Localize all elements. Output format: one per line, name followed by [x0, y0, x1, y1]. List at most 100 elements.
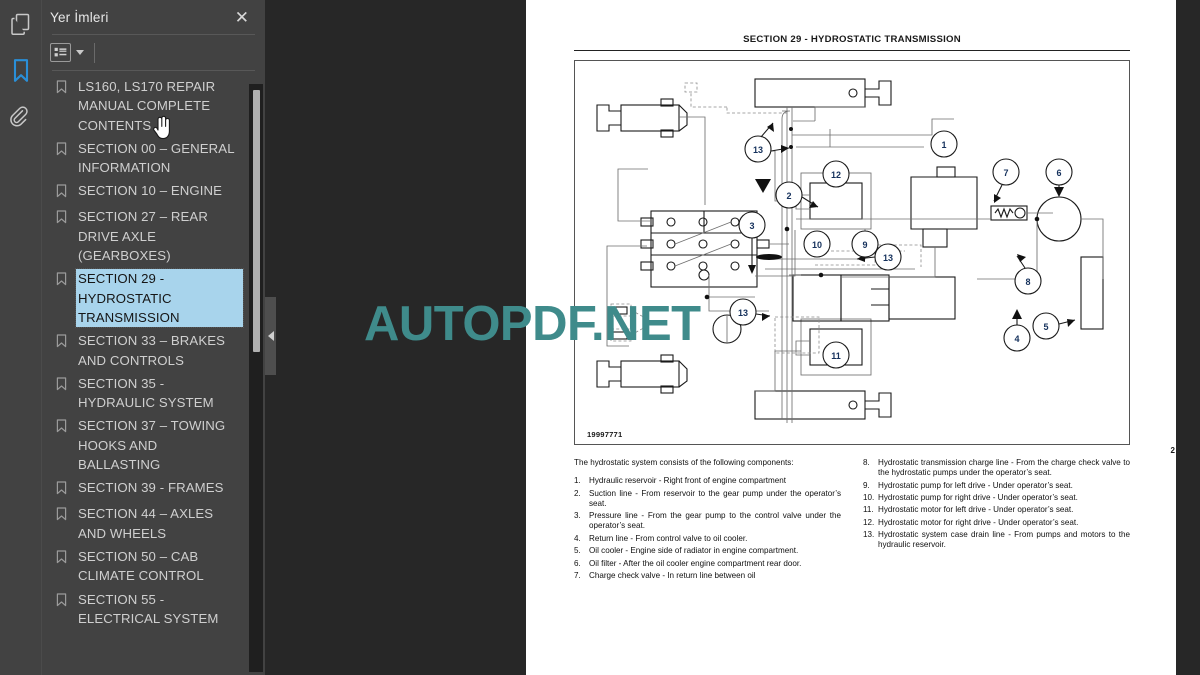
list-item-text: Hydrostatic motor for right drive - Unde…	[878, 517, 1079, 527]
bookmark-icon[interactable]	[6, 56, 36, 86]
list-item-text: Oil cooler - Engine side of radiator in …	[589, 546, 799, 556]
reservoir-box	[910, 166, 978, 248]
component-list-item: 4. Return line - From control valve to oi…	[574, 534, 841, 544]
cylinder-lower-left	[596, 354, 688, 394]
bookmark-item-label: SECTION 55 - ELECTRICAL SYSTEM	[78, 591, 219, 626]
list-options-glyph	[54, 47, 67, 57]
document-body-columns: The hydrostatic system consists of the f…	[574, 458, 1130, 583]
bookmark-item[interactable]: LS160, LS170 REPAIR MANUAL COMPLETE CONT…	[42, 75, 265, 137]
svg-text:13: 13	[883, 253, 893, 263]
list-item-index: 8.	[863, 458, 870, 467]
pdf-viewer[interactable]: SECTION 29 - HYDROSTATIC TRANSMISSION 13…	[265, 0, 1200, 675]
schematic-svg: 13 2 3 13 13 12 11 10 9 1 7 6 8 5 4	[596, 78, 1104, 423]
callout-7: 7	[992, 158, 1020, 203]
paperclip-glyph	[9, 106, 28, 127]
bookmark-item-label: SECTION 50 – CAB CLIMATE CONTROL	[78, 548, 204, 584]
list-item-text: Hydrostatic pump for right drive - Under…	[878, 492, 1078, 502]
page-number: 2	[1170, 446, 1175, 455]
bookmark-item[interactable]: SECTION 55 - ELECTRICAL SYSTEM	[42, 588, 265, 631]
list-item-index: 12.	[863, 517, 875, 527]
svg-text:1: 1	[941, 140, 946, 150]
bookmark-item[interactable]: SECTION 44 – AXLES AND WHEELS	[42, 502, 265, 545]
motor-right-12	[795, 182, 863, 220]
list-item-index: 9.	[863, 480, 870, 490]
list-item-index: 11.	[863, 505, 874, 515]
oil-cooler-circle	[1036, 196, 1082, 242]
bookmark-list[interactable]: LS160, LS170 REPAIR MANUAL COMPLETE CONT…	[42, 71, 265, 675]
cylinder-upper-left	[596, 98, 688, 138]
paperclip-icon[interactable]	[6, 102, 36, 132]
pages-thumbnail-icon[interactable]	[6, 10, 36, 40]
toolbar-separator	[94, 42, 95, 63]
bookmark-item[interactable]: SECTION 10 – ENGINE	[42, 179, 265, 205]
bookmark-item-icon	[56, 592, 70, 612]
bookmark-item-label: SECTION 00 – GENERAL INFORMATION	[78, 140, 235, 176]
component-list-item: 1. Hydraulic reservoir - Right front of e…	[574, 476, 841, 486]
scrollbar-thumb[interactable]	[253, 90, 260, 352]
component-list-item: 5. Oil cooler - Engine side of radiator i…	[574, 546, 841, 556]
svg-text:3: 3	[749, 221, 754, 231]
bookmarks-panel-header: Yer İmleri ✕	[42, 0, 265, 34]
cylinder-top-right	[754, 78, 892, 108]
bookmark-item-label: SECTION 10 – ENGINE	[78, 183, 223, 199]
list-item-text: Pressure line - From the gear pump to th…	[589, 511, 841, 531]
list-item-index: 1.	[574, 476, 581, 486]
bookmarks-scrollbar[interactable]	[249, 84, 263, 672]
intro-paragraph: The hydrostatic system consists of the f…	[574, 458, 794, 467]
callout-6: 6	[1045, 158, 1073, 197]
header-rule	[574, 50, 1130, 52]
callout-11: 11	[822, 341, 850, 369]
close-icon[interactable]: ✕	[231, 7, 253, 28]
sidebar-icon-rail	[0, 0, 41, 675]
list-item-index: 3.	[574, 511, 581, 521]
component-list-item: 7. Charge check valve - In return line be…	[574, 571, 841, 581]
bookmark-item-label: SECTION 35 - HYDRAULIC SYSTEM	[78, 375, 214, 411]
oil-filter-glyph	[990, 205, 1028, 221]
component-list-item: 2. Suction line - From reservoir to the g…	[574, 489, 841, 509]
bookmark-item[interactable]: SECTION 29 - HYDROSTATIC TRANSMISSION	[42, 267, 265, 329]
component-list-item: 6. Oil filter - After the oil cooler engi…	[574, 559, 841, 569]
component-list-item: 8. Hydrostatic transmission charge line -…	[863, 458, 1130, 478]
cylinder-bottom-right	[754, 390, 892, 420]
bookmark-item[interactable]: SECTION 33 – BRAKES AND CONTROLS	[42, 329, 265, 372]
bookmark-item-icon	[56, 507, 70, 526]
bookmark-item-icon	[56, 80, 70, 99]
list-item-index: 5.	[574, 546, 581, 556]
bookmark-item-label: SECTION 39 - FRAMES	[78, 480, 224, 496]
svg-text:12: 12	[831, 170, 841, 180]
bookmarks-toolbar	[42, 35, 265, 70]
list-item-index: 2.	[574, 488, 581, 498]
bookmark-item[interactable]: SECTION 50 – CAB CLIMATE CONTROL	[42, 545, 265, 588]
bookmark-item-label: SECTION 29 - HYDROSTATIC TRANSMISSION	[75, 268, 244, 329]
bookmark-item[interactable]: SECTION 27 – REAR DRIVE AXLE (GEARBOXES)	[42, 205, 265, 267]
bookmark-item-label: SECTION 37 – TOWING HOOKS AND BALLASTING	[78, 418, 226, 473]
bookmark-item-icon	[56, 210, 70, 229]
list-item-index: 4.	[574, 533, 581, 543]
bookmark-item-icon	[56, 481, 70, 500]
panel-collapse-handle[interactable]	[265, 297, 276, 375]
bookmark-item[interactable]: SECTION 35 - HYDRAULIC SYSTEM	[42, 372, 265, 415]
main-trunk-lines	[781, 107, 793, 423]
svg-text:4: 4	[1014, 334, 1019, 344]
bookmark-item[interactable]: SECTION 37 – TOWING HOOKS AND BALLASTING	[42, 414, 265, 476]
svg-text:13: 13	[738, 308, 748, 318]
pdf-page: SECTION 29 - HYDROSTATIC TRANSMISSION 13…	[526, 0, 1176, 675]
pages-thumbnail-glyph	[10, 13, 29, 35]
list-options-icon	[50, 43, 71, 62]
list-item-index: 13.	[863, 530, 875, 540]
bookmark-item[interactable]: SECTION 39 - FRAMES	[42, 476, 265, 502]
bookmark-item-icon	[56, 334, 70, 353]
bookmark-options-button[interactable]	[50, 43, 84, 62]
svg-text:10: 10	[812, 240, 822, 250]
component-list-item: 13. Hydrostatic system case drain line - …	[863, 530, 1130, 550]
callout-13-bottom: 13	[729, 298, 771, 326]
bookmark-item-icon	[56, 142, 70, 161]
component-list-left: 1. Hydraulic reservoir - Right front of e…	[574, 476, 841, 581]
callout-9: 9	[851, 230, 879, 258]
bookmarks-panel: Yer İmleri ✕ LS160, LS170 REPAIR MANUAL …	[41, 0, 265, 675]
bookmark-item[interactable]: SECTION 00 – GENERAL INFORMATION	[42, 137, 265, 180]
callout-5: 5	[1032, 312, 1076, 340]
arrow-marker-a	[755, 179, 771, 193]
bookmark-item-icon	[56, 377, 70, 396]
component-list-item: 11. Hydrostatic motor for left drive - Un…	[863, 505, 1130, 515]
